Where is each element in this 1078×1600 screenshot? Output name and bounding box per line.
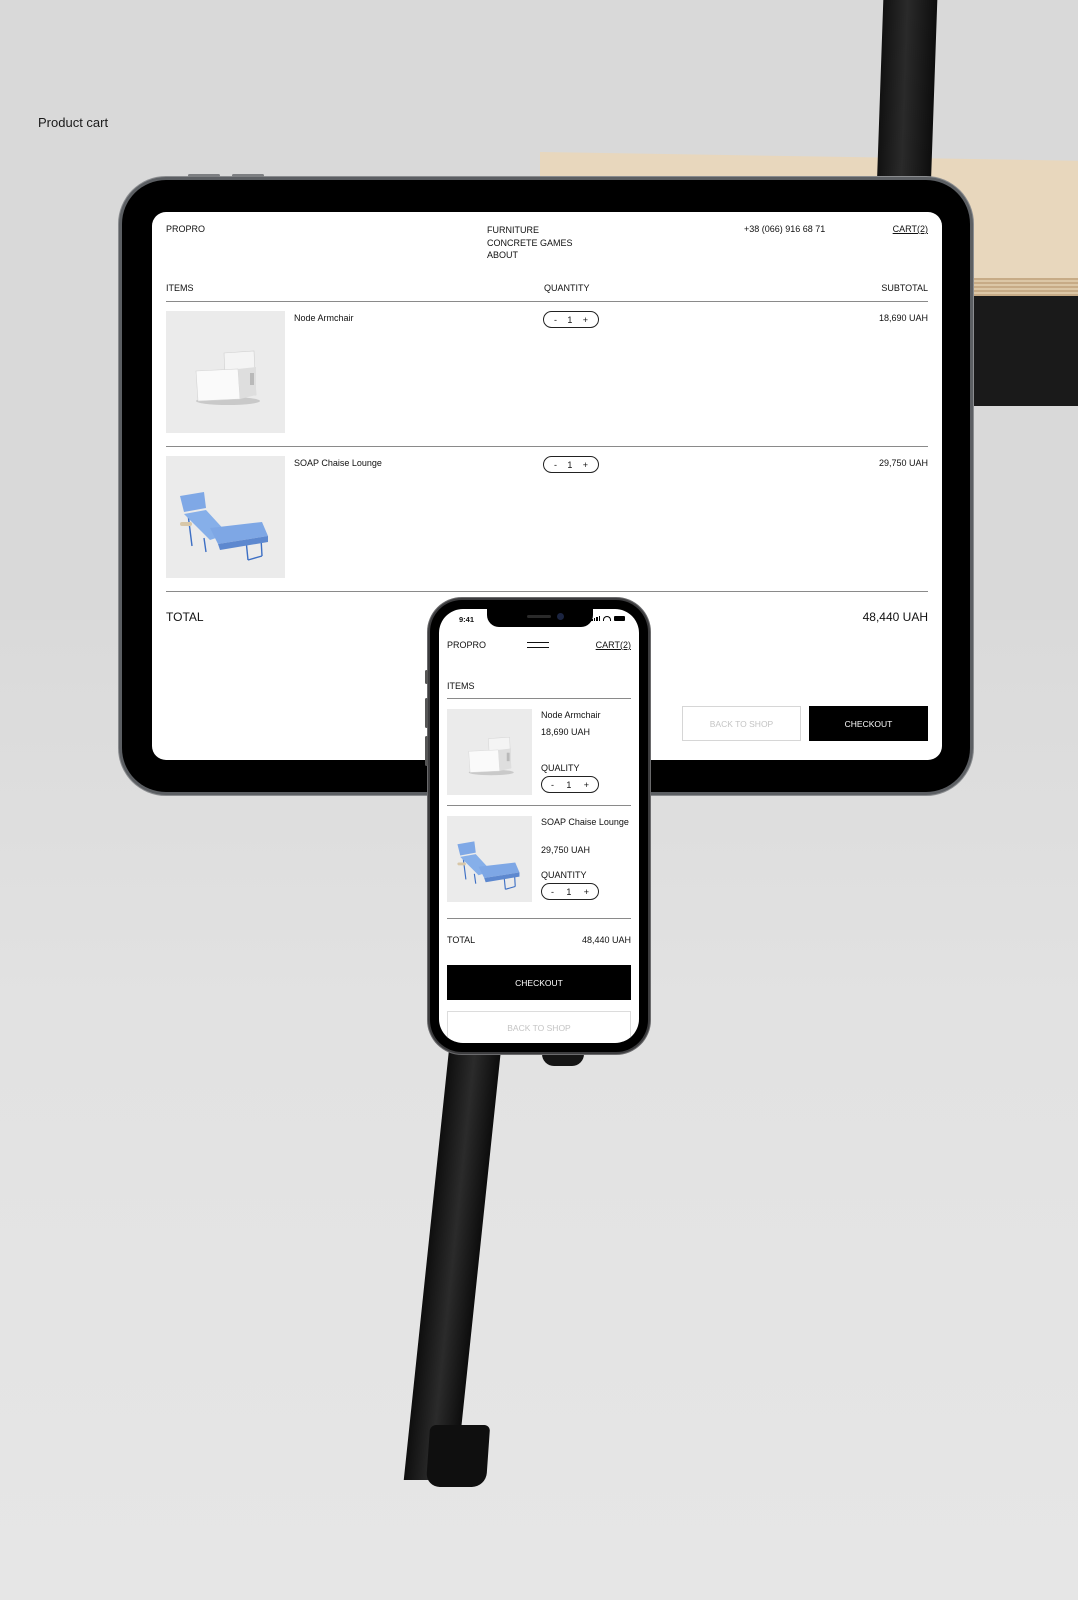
camera-icon bbox=[557, 613, 564, 620]
back-to-shop-button[interactable]: BACK TO SHOP bbox=[682, 706, 801, 741]
phone-volume-button bbox=[425, 698, 428, 728]
increase-quantity-button[interactable]: + bbox=[583, 460, 588, 470]
main-nav: FURNITURE CONCRETE GAMES ABOUT bbox=[487, 224, 573, 262]
total-value: 48,440 UAH bbox=[862, 610, 928, 624]
chaise-lounge-icon bbox=[180, 492, 268, 561]
phone-device: 9:41 PROPRO CART(2) ITEMS Node Armchair bbox=[425, 600, 648, 1052]
divider bbox=[447, 805, 631, 806]
column-header-items: ITEMS bbox=[166, 283, 194, 293]
site-logo[interactable]: PROPRO bbox=[447, 640, 486, 650]
divider bbox=[447, 698, 631, 699]
battery-icon bbox=[614, 616, 625, 621]
background-chair-leg-stub bbox=[542, 1050, 584, 1066]
armchair-icon bbox=[468, 736, 514, 776]
tablet-volume-button bbox=[188, 174, 220, 177]
site-logo[interactable]: PROPRO bbox=[166, 224, 205, 234]
increase-quantity-button[interactable]: + bbox=[584, 780, 589, 790]
background-wood-edge bbox=[958, 278, 1078, 296]
quantity-label: QUANTITY bbox=[541, 870, 587, 880]
phone-mute-switch bbox=[425, 670, 428, 684]
increase-quantity-button[interactable]: + bbox=[584, 887, 589, 897]
armchair-icon bbox=[195, 350, 260, 405]
divider bbox=[166, 591, 928, 592]
quantity-value[interactable]: 1 bbox=[567, 315, 572, 325]
signal-icon bbox=[591, 616, 600, 621]
product-name[interactable]: SOAP Chaise Lounge bbox=[541, 817, 631, 828]
page-caption: Product cart bbox=[38, 115, 109, 130]
wifi-icon bbox=[603, 616, 611, 621]
product-image-soap-chaise-lounge[interactable] bbox=[447, 816, 532, 902]
cart-link[interactable]: CART(2) bbox=[893, 224, 928, 234]
product-price: 29,750 UAH bbox=[541, 845, 591, 855]
hamburger-menu-icon[interactable] bbox=[527, 642, 549, 648]
total-label: TOTAL bbox=[166, 610, 204, 624]
items-heading: ITEMS bbox=[447, 681, 475, 691]
background-chair-foot bbox=[425, 1425, 491, 1487]
total-value: 48,440 UAH bbox=[581, 935, 631, 945]
tablet-volume-button bbox=[232, 174, 264, 177]
quantity-stepper: - 1 + bbox=[543, 311, 599, 328]
quantity-stepper: - 1 + bbox=[541, 883, 599, 900]
total-label: TOTAL bbox=[447, 935, 476, 945]
status-icons bbox=[591, 616, 625, 621]
checkout-button[interactable]: CHECKOUT bbox=[809, 706, 928, 741]
product-image-node-armchair[interactable] bbox=[447, 709, 532, 795]
phone-volume-button bbox=[425, 736, 428, 766]
background-chair-leg-top bbox=[876, 0, 938, 190]
quantity-stepper: - 1 + bbox=[543, 456, 599, 473]
quantity-value[interactable]: 1 bbox=[566, 887, 571, 897]
nav-item-concrete-games[interactable]: CONCRETE GAMES bbox=[487, 237, 573, 250]
decrease-quantity-button[interactable]: - bbox=[551, 887, 554, 897]
nav-item-furniture[interactable]: FURNITURE bbox=[487, 224, 573, 237]
item-subtotal: 29,750 UAH bbox=[878, 458, 928, 468]
column-header-quantity: QUANTITY bbox=[544, 283, 590, 293]
product-name[interactable]: SOAP Chaise Lounge bbox=[294, 458, 382, 468]
product-price: 18,690 UAH bbox=[541, 727, 591, 737]
item-subtotal: 18,690 UAH bbox=[878, 313, 928, 323]
back-to-shop-button[interactable]: BACK TO SHOP bbox=[447, 1011, 631, 1043]
product-name[interactable]: Node Armchair bbox=[294, 313, 354, 323]
nav-item-about[interactable]: ABOUT bbox=[487, 249, 573, 262]
contact-phone[interactable]: +38 (066) 916 68 71 bbox=[744, 224, 825, 234]
product-name[interactable]: Node Armchair bbox=[541, 710, 631, 721]
decrease-quantity-button[interactable]: - bbox=[554, 315, 557, 325]
column-header-subtotal: SUBTOTAL bbox=[881, 283, 928, 293]
divider bbox=[166, 446, 928, 447]
product-image-soap-chaise-lounge[interactable] bbox=[166, 456, 285, 578]
decrease-quantity-button[interactable]: - bbox=[551, 780, 554, 790]
phone-screen: 9:41 PROPRO CART(2) ITEMS Node Armchair bbox=[439, 609, 639, 1043]
checkout-button[interactable]: CHECKOUT bbox=[447, 965, 631, 1000]
divider bbox=[166, 301, 928, 302]
status-time: 9:41 bbox=[459, 615, 475, 624]
increase-quantity-button[interactable]: + bbox=[583, 315, 588, 325]
quantity-label: QUALITY bbox=[541, 763, 580, 773]
speaker-icon bbox=[527, 615, 551, 618]
phone-notch bbox=[487, 609, 593, 627]
divider bbox=[447, 918, 631, 919]
background-seat-shadow bbox=[958, 296, 1078, 406]
chaise-lounge-icon bbox=[457, 841, 520, 890]
cart-link[interactable]: CART(2) bbox=[596, 640, 631, 650]
decrease-quantity-button[interactable]: - bbox=[554, 460, 557, 470]
quantity-stepper: - 1 + bbox=[541, 776, 599, 793]
quantity-value[interactable]: 1 bbox=[567, 460, 572, 470]
product-image-node-armchair[interactable] bbox=[166, 311, 285, 433]
quantity-value[interactable]: 1 bbox=[566, 780, 571, 790]
